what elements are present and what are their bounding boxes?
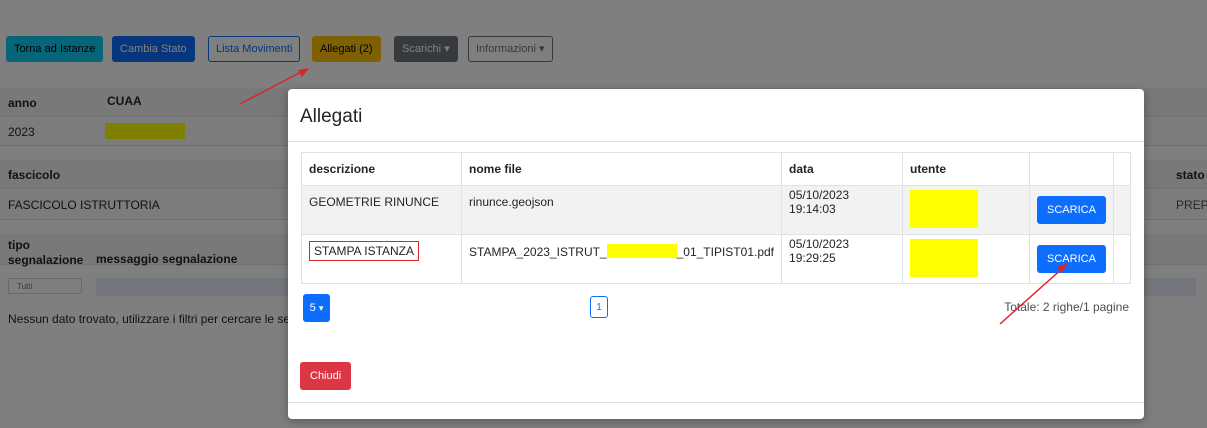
- column-nome-file: nome file: [460, 152, 783, 186]
- cell-data: 05/10/2023 19:14:03: [781, 185, 904, 235]
- file-name-redacted: [606, 243, 677, 258]
- cell-actions: SCARICA: [1029, 185, 1114, 235]
- modal-title: Allegati: [300, 106, 363, 127]
- column-data: data: [781, 152, 904, 186]
- cell-nome-file: rinunce.geojson: [460, 185, 783, 235]
- date-text: 05/10/2023 19:29:25: [789, 237, 850, 265]
- caret-down-icon: ▾: [318, 303, 324, 313]
- modal-footer-divider: [288, 402, 1144, 403]
- cell-descrizione: GEOMETRIE RINUNCE: [301, 185, 462, 235]
- column-descrizione: descrizione: [301, 152, 462, 186]
- table-header-row: descrizione nome file data utente: [301, 152, 1132, 186]
- download-button[interactable]: SCARICA: [1037, 196, 1106, 224]
- attachments-modal: Allegati descrizione nome file data uten…: [288, 89, 1144, 419]
- cell-utente: [902, 185, 1031, 235]
- date-text: 05/10/2023 19:14:03: [789, 188, 850, 216]
- cell-empty: [1112, 185, 1132, 235]
- pagination-page-button[interactable]: 1: [590, 296, 608, 318]
- column-utente: utente: [902, 152, 1031, 186]
- descrizione-text: GEOMETRIE RINUNCE: [309, 195, 440, 209]
- cell-data: 05/10/2023 19:29:25: [781, 234, 904, 284]
- column-empty: [1112, 152, 1132, 186]
- cell-nome-file: STAMPA_2023_ISTRUT_ _01_TIPIST01.pdf: [460, 234, 783, 284]
- utente-redacted: [910, 238, 979, 277]
- file-name-suffix: _01_TIPIST01.pdf: [676, 244, 775, 259]
- cell-descrizione: STAMPA ISTANZA: [301, 234, 462, 284]
- page-size-value: 5: [309, 302, 316, 314]
- page-size-dropdown[interactable]: 5 ▾: [303, 294, 330, 322]
- descrizione-text-highlighted: STAMPA ISTANZA: [309, 241, 420, 261]
- table-row: GEOMETRIE RINUNCE rinunce.geojson 05/10/…: [301, 185, 1132, 235]
- file-name-text: rinunce.geojson: [469, 195, 554, 209]
- utente-redacted: [910, 189, 979, 228]
- cell-empty: [1112, 234, 1132, 284]
- modal-header-divider: [288, 141, 1144, 142]
- annotation-arrow-icon: [999, 263, 1068, 325]
- file-name-text: STAMPA_2023_ISTRUT_ _01_TIPIST01.pdf: [469, 243, 775, 259]
- file-name-prefix: STAMPA_2023_ISTRUT_: [469, 244, 607, 259]
- column-actions: [1029, 152, 1114, 186]
- close-button[interactable]: Chiudi: [300, 362, 352, 390]
